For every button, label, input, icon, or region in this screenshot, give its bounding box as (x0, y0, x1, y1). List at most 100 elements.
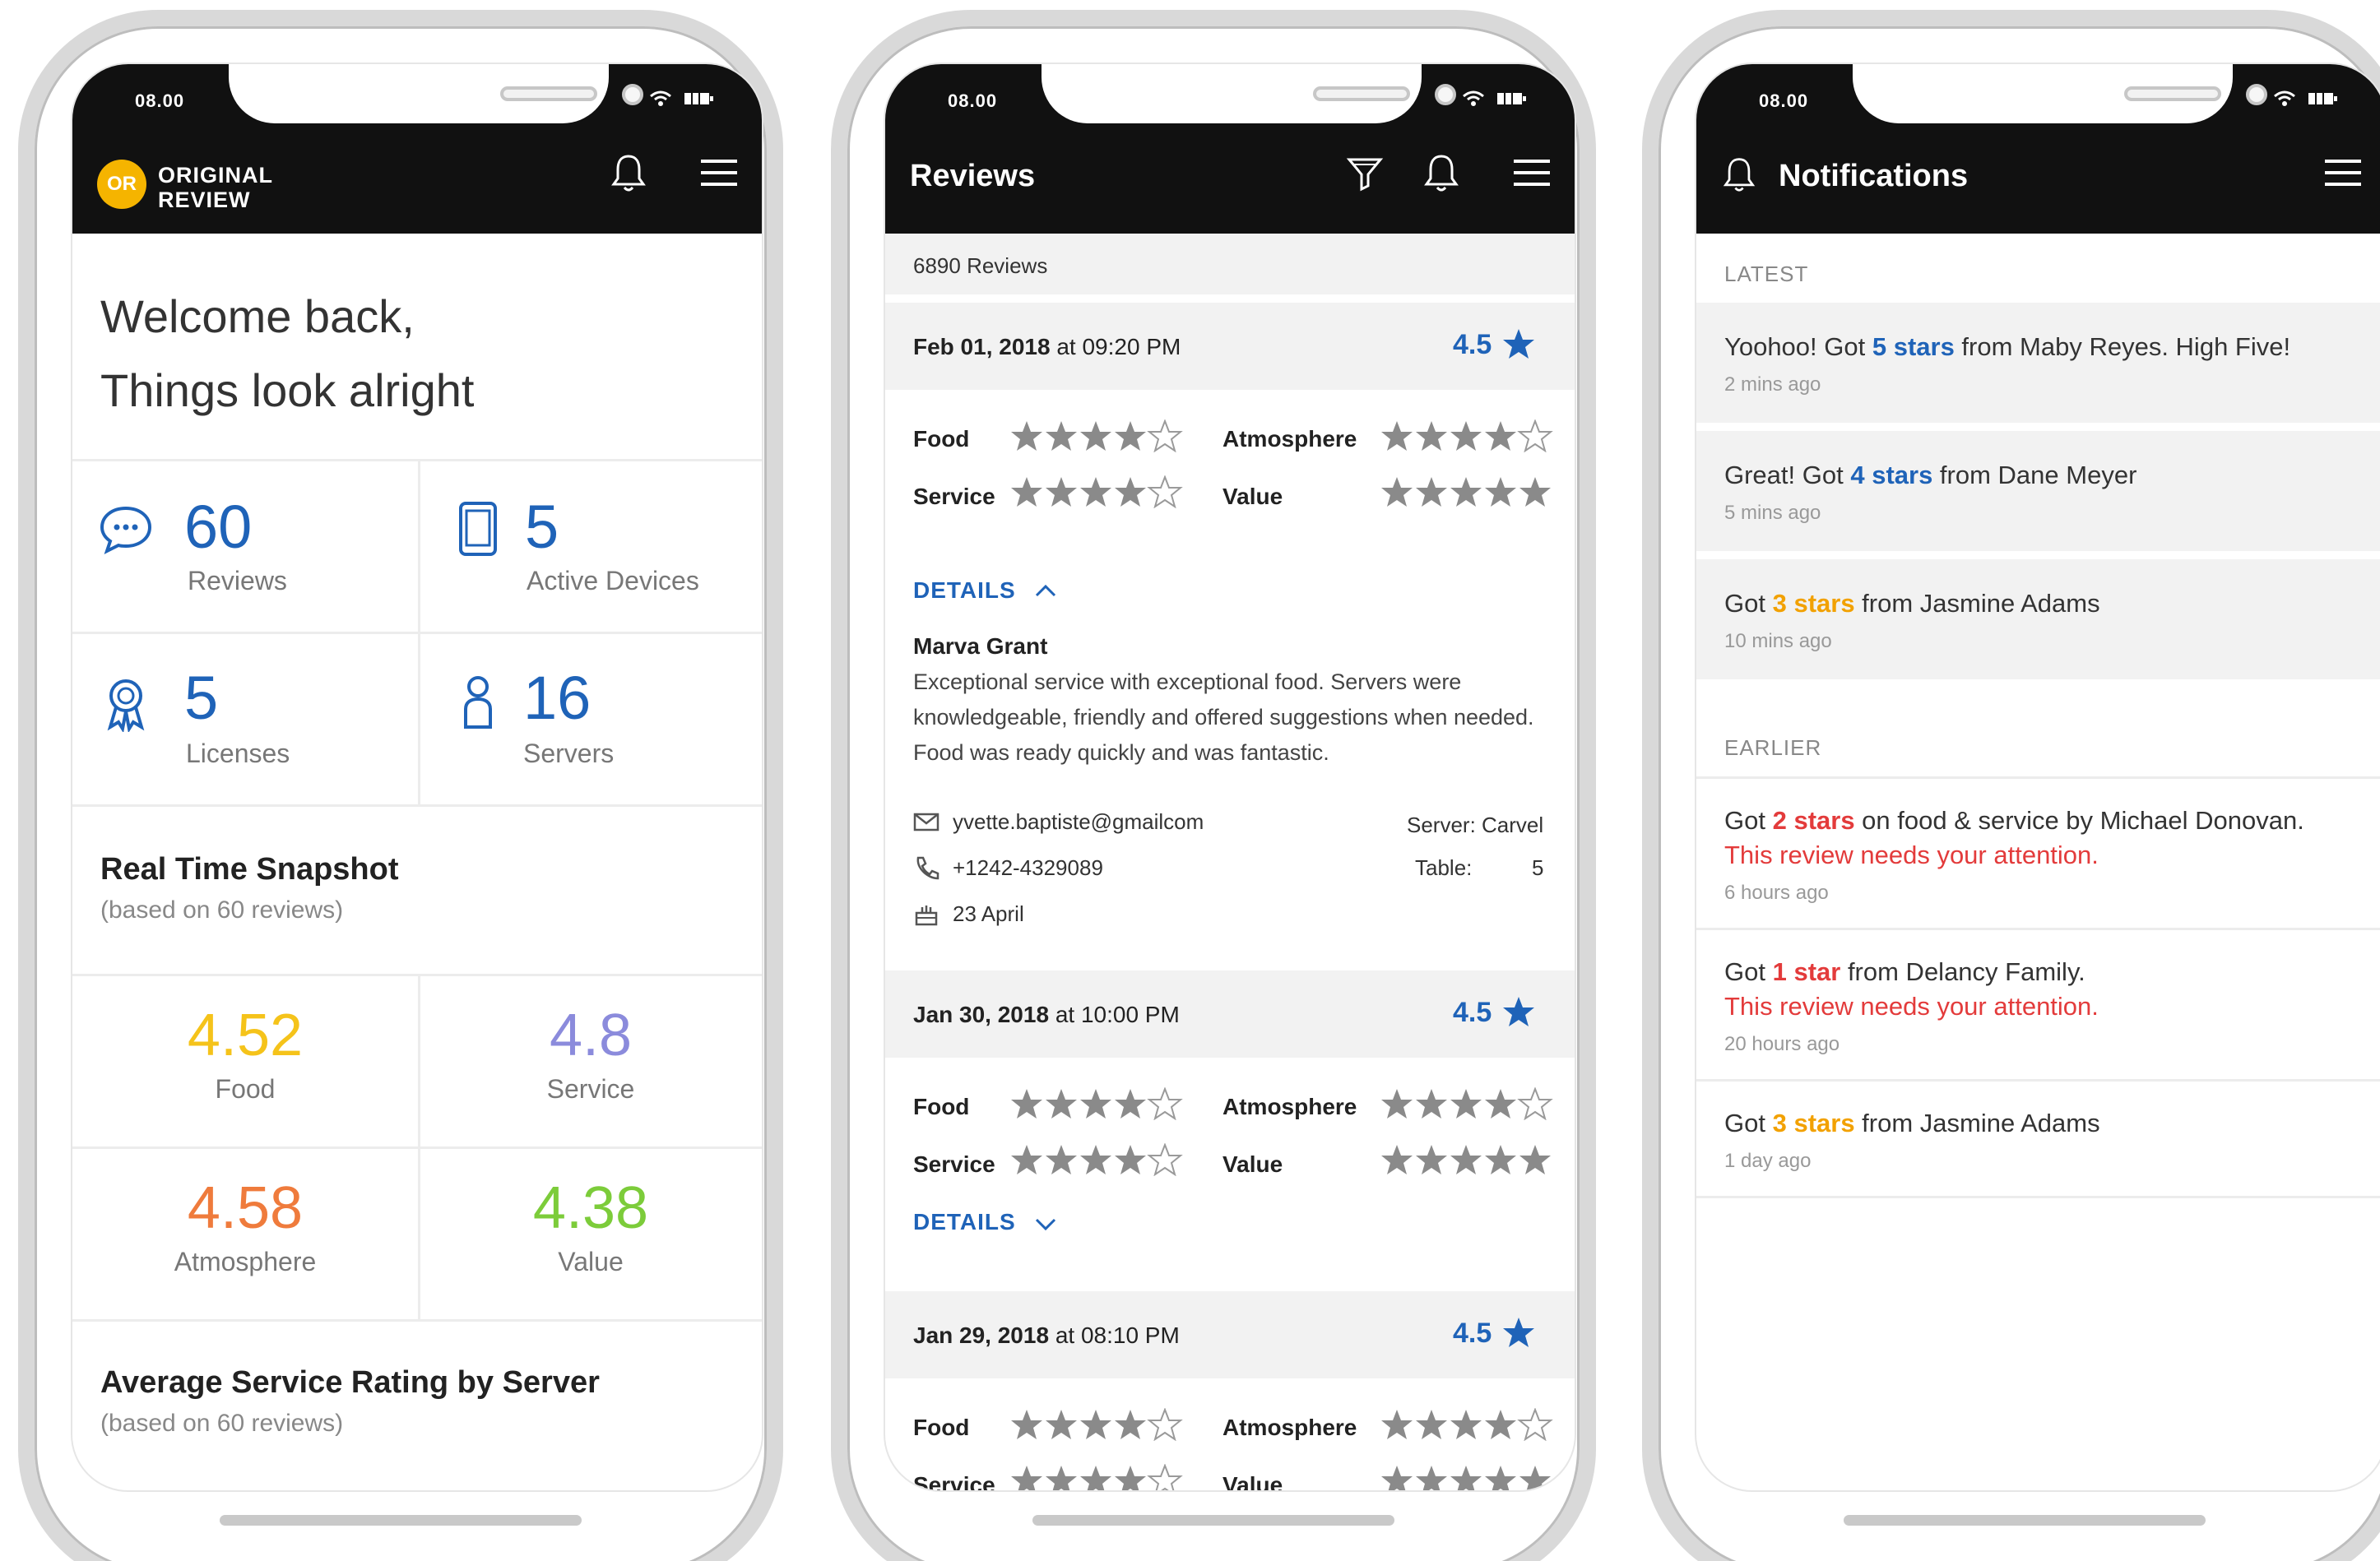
value-rating[interactable]: 4.38 (418, 1174, 762, 1242)
menu-icon[interactable] (1512, 156, 1552, 189)
divider (1696, 776, 2380, 779)
review-score: 4.5 (1453, 329, 1492, 360)
front-camera (622, 84, 643, 105)
notification-item[interactable] (1696, 303, 2380, 423)
reviewer-email[interactable]: yvette.baptiste@gmailcom (953, 809, 1204, 835)
earlier-group-label: EARLIER (1724, 735, 1822, 760)
service-stars (1010, 1463, 1183, 1490)
bell-icon[interactable] (609, 151, 648, 194)
servers-label: Servers (523, 739, 615, 768)
star-empty-icon (1517, 1086, 1553, 1121)
atmosphere-label: Atmosphere (1222, 1415, 1357, 1440)
star-filled-icon (1046, 1410, 1077, 1439)
atmosphere-stars (1380, 1407, 1553, 1442)
reviews-phone: 08.00 Reviews 6890 Reviews Feb 01, 2018 … (831, 10, 1596, 1561)
star-filled-icon (1115, 1410, 1146, 1439)
star-filled-icon (1381, 1089, 1413, 1119)
reviews-count[interactable]: 60 (184, 492, 252, 562)
star-empty-icon (1517, 1407, 1553, 1442)
notification-text[interactable]: Got 2 stars on food & service by Michael… (1724, 806, 2304, 836)
notification-time: 10 mins ago (1724, 630, 1832, 652)
menu-icon[interactable] (699, 156, 739, 189)
notification-item[interactable] (1696, 431, 2380, 551)
value-label: Value (1222, 1472, 1283, 1492)
star-filled-icon (1011, 1145, 1042, 1174)
service-stars (1010, 475, 1183, 509)
reviews-screen: 08.00 Reviews 6890 Reviews Feb 01, 2018 … (884, 63, 1576, 1492)
wifi-icon (1463, 90, 1484, 106)
star-filled-icon (1080, 1466, 1111, 1490)
review-text: Exceptional service with exceptional foo… (913, 669, 1534, 765)
service-label: Service (913, 1151, 995, 1177)
star-filled-icon (1416, 1145, 1447, 1174)
star-filled-icon (1381, 1145, 1413, 1174)
star-empty-icon (1147, 475, 1183, 509)
divider (72, 1319, 762, 1322)
active-devices-count[interactable]: 5 (525, 492, 559, 562)
wifi-icon (2274, 90, 2295, 106)
chevron-down-icon[interactable] (1033, 1216, 1058, 1232)
reviewer-phone[interactable]: +1242-4329089 (953, 855, 1103, 881)
star-filled-icon (1485, 1089, 1516, 1119)
atmosphere-label: Atmosphere (1222, 426, 1357, 452)
star-filled-icon (1080, 1410, 1111, 1439)
notification-text[interactable]: Got 3 stars from Jasmine Adams (1724, 1109, 2100, 1138)
menu-icon[interactable] (2323, 156, 2363, 189)
home-indicator[interactable] (1032, 1515, 1394, 1526)
star-filled-icon (1485, 421, 1516, 451)
bell-icon[interactable] (1422, 151, 1461, 194)
star-filled-icon (1381, 421, 1413, 451)
service-rating[interactable]: 4.8 (418, 1002, 762, 1069)
cake-icon (915, 906, 938, 926)
notification-time: 20 hours ago (1724, 1033, 1840, 1055)
service-label: Service (913, 484, 995, 509)
notification-text: Yoohoo! Got 5 stars from Maby Reyes. Hig… (1724, 332, 2291, 361)
chat-bubble-icon (100, 506, 152, 554)
licenses-count[interactable]: 5 (184, 663, 218, 733)
details-toggle[interactable]: DETAILS (913, 1209, 1016, 1235)
chevron-up-icon[interactable] (1033, 582, 1058, 599)
welcome-message: Welcome back, Things look alright (100, 280, 474, 428)
star-filled-icon (1115, 1466, 1146, 1490)
value-label: Value (1222, 484, 1283, 509)
service-label: Service (913, 1472, 995, 1492)
servers-count[interactable]: 16 (523, 663, 591, 733)
star-empty-icon (1147, 1086, 1183, 1121)
star-filled-icon (1416, 477, 1447, 507)
snapshot-title: Real Time Snapshot (100, 852, 399, 887)
status-time: 08.00 (948, 90, 998, 111)
star-filled-icon (1046, 477, 1077, 507)
star-filled-icon (1416, 421, 1447, 451)
notification-text[interactable]: Got 1 star from Delancy Family. (1724, 957, 2085, 987)
notification-item[interactable] (1696, 559, 2380, 679)
notification-time: 6 hours ago (1724, 882, 1829, 904)
divider (72, 1146, 762, 1149)
star-filled-icon (1450, 1410, 1482, 1439)
home-indicator[interactable] (220, 1515, 582, 1526)
food-stars (1010, 419, 1183, 453)
star-filled-icon (1046, 1145, 1077, 1174)
logo-line-2: REVIEW (158, 188, 251, 212)
details-toggle[interactable]: DETAILS (913, 577, 1016, 604)
reviewer-name: Marva Grant (913, 633, 1048, 659)
divider (1696, 1196, 2380, 1198)
filter-icon[interactable] (1344, 153, 1385, 194)
divider (1696, 1079, 2380, 1082)
star-filled-icon (1485, 1145, 1516, 1174)
star-icon (1503, 997, 1534, 1026)
battery-icon (684, 93, 713, 104)
app-logo[interactable]: OR (97, 160, 146, 209)
star-filled-icon (1011, 477, 1042, 507)
star-filled-icon (1011, 1089, 1042, 1119)
reviews-header: 08.00 Reviews (885, 64, 1575, 234)
atmosphere-rating[interactable]: 4.58 (72, 1174, 418, 1242)
star-filled-icon (1381, 477, 1413, 507)
notification-time: 1 day ago (1724, 1150, 1812, 1172)
star-filled-icon (1416, 1410, 1447, 1439)
divider (72, 632, 762, 634)
star-empty-icon (1147, 1142, 1183, 1177)
home-indicator[interactable] (1844, 1515, 2206, 1526)
battery-icon (2308, 93, 2337, 104)
food-rating[interactable]: 4.52 (72, 1002, 418, 1069)
bell-icon (1723, 158, 1756, 192)
